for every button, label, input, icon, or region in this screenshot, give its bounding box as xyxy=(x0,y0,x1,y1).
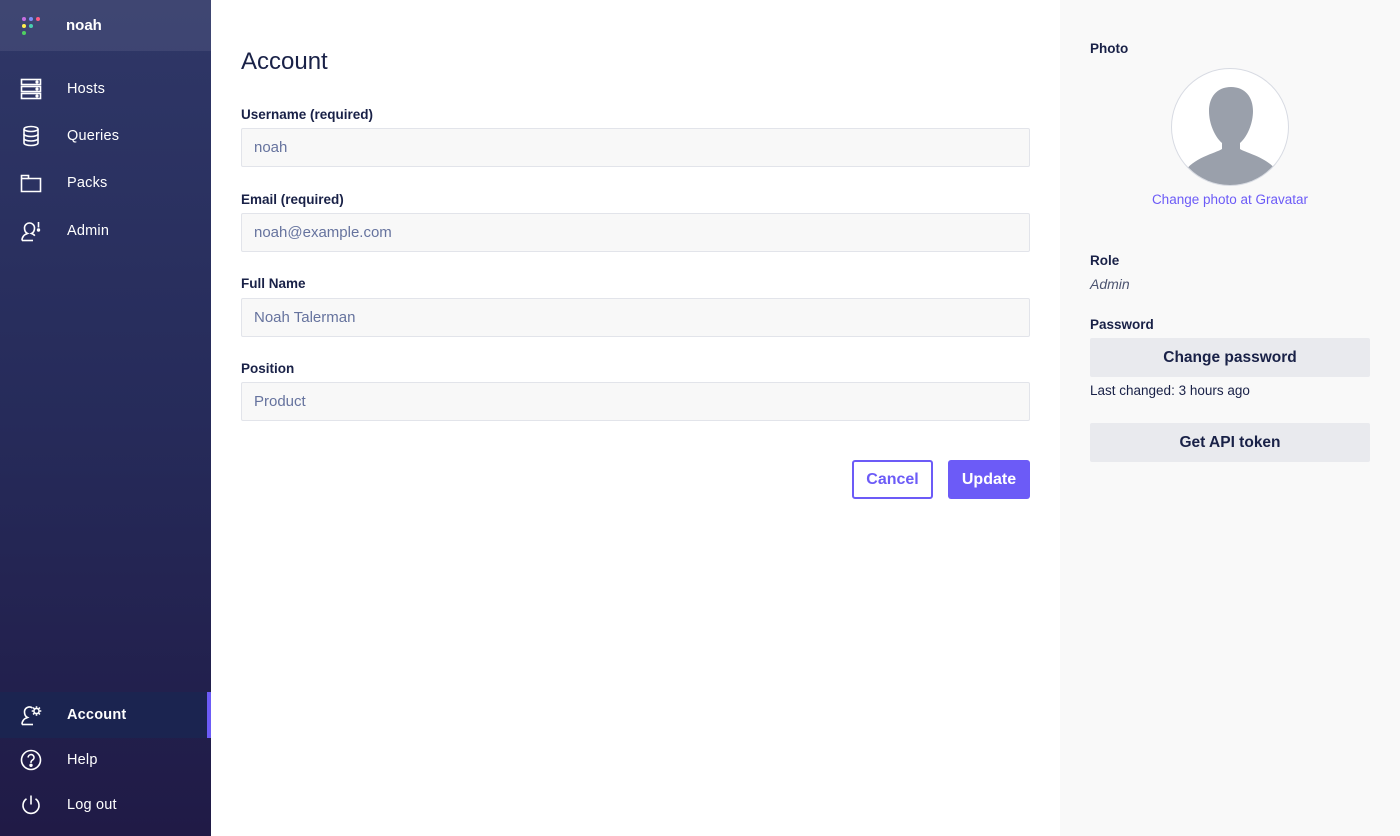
role-label: Role xyxy=(1090,253,1120,268)
default-avatar-icon xyxy=(1184,87,1278,185)
change-photo-link[interactable]: Change photo at Gravatar xyxy=(1060,192,1400,207)
sidebar-item-admin[interactable]: Admin xyxy=(0,208,211,254)
hosts-icon xyxy=(20,78,42,100)
position-label: Position xyxy=(241,361,295,376)
account-gear-icon xyxy=(20,704,42,726)
update-button[interactable]: Update xyxy=(948,460,1030,499)
password-last-changed: Last changed: 3 hours ago xyxy=(1090,383,1250,398)
account-side-panel: Photo Change photo at Gravatar Role Admi… xyxy=(1060,0,1400,836)
account-form: Account Username (required) Email (requi… xyxy=(211,0,1060,836)
sidebar: noah Hosts Queries Packs Admin Account H… xyxy=(0,0,211,836)
sidebar-item-queries[interactable]: Queries xyxy=(0,113,211,159)
fleet-logo-icon xyxy=(20,15,42,37)
username-input[interactable] xyxy=(241,128,1030,167)
help-icon xyxy=(20,749,42,771)
sidebar-item-account[interactable]: Account xyxy=(0,692,211,738)
sidebar-item-help[interactable]: Help xyxy=(0,737,211,783)
email-label: Email (required) xyxy=(241,192,344,207)
full-name-input[interactable] xyxy=(241,298,1030,337)
folder-icon xyxy=(20,172,42,194)
page-title: Account xyxy=(241,48,328,75)
sidebar-item-hosts[interactable]: Hosts xyxy=(0,66,211,112)
cancel-button[interactable]: Cancel xyxy=(852,460,933,499)
sidebar-item-label: Hosts xyxy=(67,81,106,97)
sidebar-item-label: Admin xyxy=(67,223,110,239)
avatar xyxy=(1171,68,1289,186)
sidebar-item-logout[interactable]: Log out xyxy=(0,782,211,828)
sidebar-username: noah xyxy=(66,17,102,34)
role-value: Admin xyxy=(1090,276,1130,292)
change-password-button[interactable]: Change password xyxy=(1090,338,1370,377)
sidebar-item-packs[interactable]: Packs xyxy=(0,160,211,206)
admin-user-icon xyxy=(20,220,42,242)
sidebar-item-label: Queries xyxy=(67,128,120,144)
sidebar-item-label: Help xyxy=(67,752,98,768)
get-api-token-button[interactable]: Get API token xyxy=(1090,423,1370,462)
database-icon xyxy=(20,125,42,147)
sidebar-item-label: Packs xyxy=(67,175,108,191)
email-input[interactable] xyxy=(241,213,1030,252)
password-label: Password xyxy=(1090,317,1154,332)
power-icon xyxy=(20,794,42,816)
position-input[interactable] xyxy=(241,382,1030,421)
username-label: Username (required) xyxy=(241,107,374,122)
sidebar-item-label: Log out xyxy=(67,797,117,813)
sidebar-item-label: Account xyxy=(67,707,127,723)
photo-label: Photo xyxy=(1090,41,1129,56)
full-name-label: Full Name xyxy=(241,276,306,291)
user-menu[interactable]: noah xyxy=(0,0,211,51)
